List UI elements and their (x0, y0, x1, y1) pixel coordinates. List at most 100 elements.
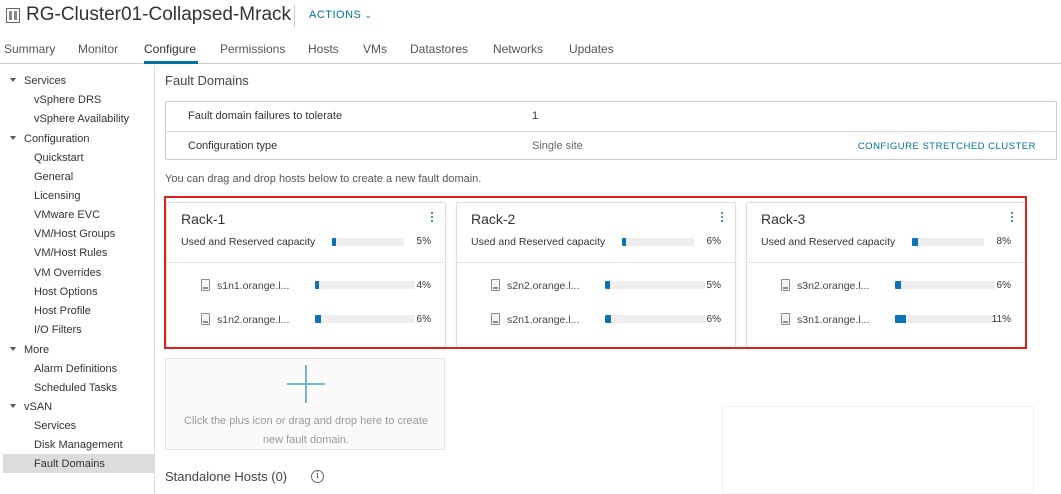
fault-domain-card-rack-2[interactable]: Rack-2 Used and Reserved capacity 6% s2n… (456, 202, 736, 348)
fault-domain-card-rack-3[interactable]: Rack-3 Used and Reserved capacity 8% s3n… (746, 202, 1026, 348)
host-capacity-percent: 6% (706, 314, 721, 325)
cluster-icon (6, 8, 20, 23)
host-capacity-percent: 5% (706, 280, 721, 291)
host-icon (201, 279, 210, 291)
info-icon[interactable]: i (311, 470, 324, 483)
sidebar-group-configuration[interactable]: Configuration (10, 133, 89, 145)
summary-value: Single site (532, 140, 583, 152)
sidebar-item-host-profile[interactable]: Host Profile (34, 305, 91, 317)
plus-icon[interactable] (287, 365, 325, 403)
section-title: Fault Domains (165, 73, 249, 88)
tab-permissions[interactable]: Permissions (220, 42, 285, 56)
sidebar-item-alarm-definitions[interactable]: Alarm Definitions (34, 363, 117, 375)
sidebar-item-io-filters[interactable]: I/O Filters (34, 324, 82, 336)
card-divider (167, 262, 445, 263)
caret-down-icon (10, 78, 16, 83)
host-icon (781, 313, 790, 325)
host-capacity-bar-fill (315, 315, 321, 323)
sidebar-group-vsan[interactable]: vSAN (10, 401, 52, 413)
caret-down-icon (10, 404, 16, 409)
summary-label: Configuration type (188, 140, 278, 152)
more-options-icon[interactable] (429, 212, 435, 226)
capacity-percent: 8% (996, 236, 1011, 247)
sidebar-item-scheduled-tasks[interactable]: Scheduled Tasks (34, 382, 117, 394)
sidebar-group-services[interactable]: Services (10, 75, 66, 87)
sidebar-item-vm-host-groups[interactable]: VM/Host Groups (34, 228, 115, 240)
fault-domain-name: Rack-2 (471, 211, 516, 227)
fault-domain-summary: Fault domain failures to tolerate 1 Conf… (165, 101, 1057, 160)
host-capacity-bar (315, 315, 415, 323)
capacity-label: Used and Reserved capacity (181, 236, 316, 248)
tab-monitor[interactable]: Monitor (78, 42, 118, 56)
summary-row: Fault domain failures to tolerate 1 (166, 102, 1056, 131)
host-name[interactable]: s3n2.orange.l... (797, 280, 869, 292)
host-capacity-bar (605, 315, 705, 323)
sidebar-item-vsphere-availability[interactable]: vSphere Availability (34, 113, 129, 125)
host-icon (201, 313, 210, 325)
object-header: RG-Cluster01-Collapsed-Mrack ACTIONS ⌄ (0, 0, 1061, 32)
sidebar-group-more[interactable]: More (10, 344, 49, 356)
host-name[interactable]: s2n1.orange.l... (507, 314, 579, 326)
active-tab-indicator (144, 61, 198, 64)
fault-domain-card-rack-1[interactable]: Rack-1 Used and Reserved capacity 5% s1n… (166, 202, 446, 348)
actions-menu-button[interactable]: ACTIONS ⌄ (309, 9, 372, 21)
host-name[interactable]: s1n1.orange.l... (217, 280, 289, 292)
tab-datastores[interactable]: Datastores (410, 42, 468, 56)
sidebar-item-general[interactable]: General (34, 171, 73, 183)
sidebar-item-fault-domains[interactable]: Fault Domains (34, 458, 105, 470)
sidebar-group-label: Services (24, 75, 67, 87)
more-options-icon[interactable] (719, 212, 725, 226)
tab-bar: Summary Monitor Configure Permissions Ho… (0, 36, 1061, 64)
host-capacity-percent: 4% (416, 280, 431, 291)
sidebar-item-vsphere-drs[interactable]: vSphere DRS (34, 94, 101, 106)
sidebar-item-host-options[interactable]: Host Options (34, 286, 98, 298)
new-fault-domain-text: Click the plus icon or drag and drop her… (184, 415, 428, 446)
host-capacity-percent: 6% (996, 280, 1011, 291)
capacity-percent: 6% (706, 236, 721, 247)
drag-drop-help-text: You can drag and drop hosts below to cre… (165, 173, 482, 185)
host-name[interactable]: s3n1.orange.l... (797, 314, 869, 326)
sidebar-item-licensing[interactable]: Licensing (34, 190, 80, 202)
chevron-down-icon: ⌄ (364, 10, 373, 20)
host-icon (491, 279, 500, 291)
more-options-icon[interactable] (1009, 212, 1015, 226)
tab-configure[interactable]: Configure (144, 42, 196, 56)
summary-value: 1 (532, 110, 539, 122)
tab-networks[interactable]: Networks (493, 42, 543, 56)
tab-hosts[interactable]: Hosts (308, 42, 339, 56)
host-name[interactable]: s2n2.orange.l... (507, 280, 579, 292)
summary-row: Configuration type Single site CONFIGURE… (166, 131, 1056, 160)
tab-vms[interactable]: VMs (363, 42, 387, 56)
empty-panel (722, 406, 1034, 494)
capacity-bar (912, 238, 984, 246)
capacity-bar-fill (332, 238, 336, 246)
host-capacity-bar (605, 281, 705, 289)
capacity-label: Used and Reserved capacity (761, 236, 896, 248)
capacity-bar-fill (622, 238, 627, 246)
sidebar-item-vmware-evc[interactable]: VMware EVC (34, 209, 100, 221)
sidebar-item-quickstart[interactable]: Quickstart (34, 152, 84, 164)
actions-label: ACTIONS (309, 9, 362, 21)
host-capacity-bar (315, 281, 415, 289)
caret-down-icon (10, 347, 16, 352)
host-capacity-bar-fill (895, 315, 906, 323)
sidebar-item-vsan-services[interactable]: Services (34, 420, 76, 432)
tab-updates[interactable]: Updates (569, 42, 614, 56)
tab-summary[interactable]: Summary (4, 42, 55, 56)
capacity-percent: 5% (416, 236, 431, 247)
new-fault-domain-dropzone[interactable]: Click the plus icon or drag and drop her… (165, 358, 445, 450)
header-divider (294, 5, 295, 27)
summary-label: Fault domain failures to tolerate (188, 110, 343, 122)
sidebar-item-vm-overrides[interactable]: VM Overrides (34, 267, 101, 279)
configure-sidebar: Services vSphere DRS vSphere Availabilit… (0, 65, 155, 494)
fault-domain-name: Rack-1 (181, 211, 226, 227)
card-divider (747, 262, 1025, 263)
page-title: RG-Cluster01-Collapsed-Mrack (26, 4, 292, 25)
fault-domain-name: Rack-3 (761, 211, 806, 227)
standalone-hosts-title: Standalone Hosts (0) (165, 469, 288, 484)
sidebar-item-disk-management[interactable]: Disk Management (34, 439, 123, 451)
host-capacity-bar-fill (605, 315, 611, 323)
configure-stretched-cluster-link[interactable]: CONFIGURE STRETCHED CLUSTER (858, 141, 1036, 152)
sidebar-item-vm-host-rules[interactable]: VM/Host Rules (34, 247, 107, 259)
host-name[interactable]: s1n2.orange.l... (217, 314, 289, 326)
